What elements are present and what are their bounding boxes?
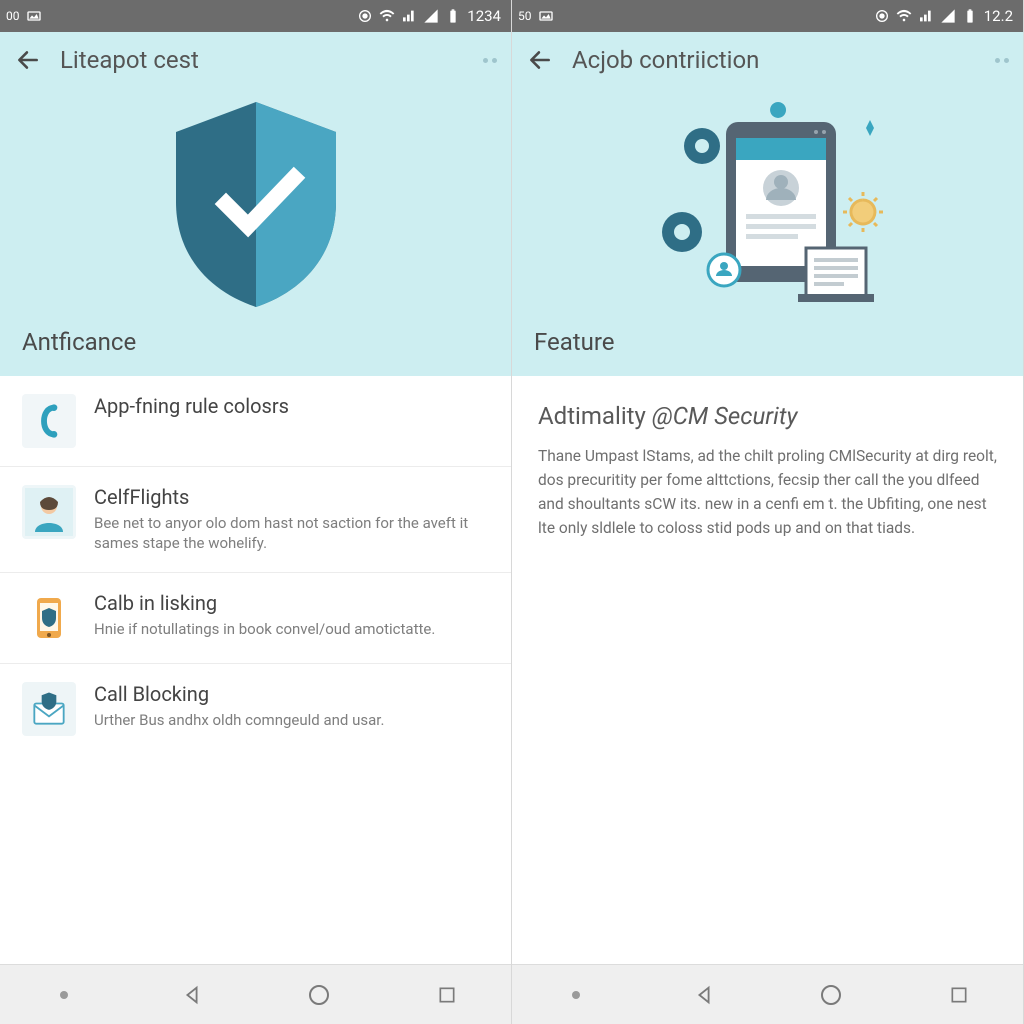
- page-title: Acjob contriiction: [572, 46, 759, 74]
- nav-home[interactable]: [801, 975, 861, 1015]
- feature-list: App-fning rule colosrs CelfFlights Bee n…: [0, 376, 511, 964]
- back-button[interactable]: [14, 46, 42, 74]
- page-title: Liteapot cest: [60, 46, 199, 74]
- article-paragraph: Thane Umpast lStams, ad the chilt prolin…: [538, 444, 997, 540]
- list-item-subtitle: Urther Bus andhx oldh comngeuld and usar…: [94, 710, 384, 730]
- wifi-icon: [379, 8, 395, 24]
- landscape-icon: [538, 8, 554, 24]
- signal-icon: [401, 8, 417, 24]
- nav-home[interactable]: [289, 975, 349, 1015]
- wifi-icon: [896, 8, 912, 24]
- hero-section: Antficance: [0, 88, 511, 376]
- nav-back[interactable]: [162, 975, 222, 1015]
- avatar-icon: [22, 485, 76, 539]
- status-clock: 12.2: [984, 7, 1013, 25]
- list-item[interactable]: Call Blocking Urther Bus andhx oldh comn…: [0, 664, 511, 754]
- list-item[interactable]: App-fning rule colosrs: [0, 376, 511, 467]
- nav-back[interactable]: [674, 975, 734, 1015]
- signal-2-icon: [940, 8, 956, 24]
- appbar: Acjob contriiction: [512, 32, 1023, 88]
- phone-shield-icon: [22, 591, 76, 645]
- list-item-subtitle: Hnie if notullatings in book convel/oud …: [94, 619, 435, 639]
- nav-recent[interactable]: [929, 975, 989, 1015]
- screen-right: 50 12.2 Acjob contriiction: [512, 0, 1024, 1024]
- overflow-menu[interactable]: [483, 58, 497, 63]
- nav-dot: [546, 975, 606, 1015]
- article-heading: Adtimality @CM Security: [538, 402, 997, 430]
- status-clock: 1234: [467, 7, 501, 25]
- status-left-text: 50: [518, 9, 532, 23]
- list-item[interactable]: CelfFlights Bee net to anyor olo dom has…: [0, 467, 511, 573]
- screen-left: 00 1234 Liteapot cest: [0, 0, 512, 1024]
- landscape-icon: [26, 8, 42, 24]
- system-navbar: [0, 964, 511, 1024]
- battery-icon: [962, 8, 978, 24]
- shield-check-icon: [156, 92, 356, 312]
- list-item-title: Calb in lisking: [94, 591, 435, 615]
- envelope-shield-icon: [22, 682, 76, 736]
- signal-icon: [918, 8, 934, 24]
- status-left-text: 00: [6, 9, 20, 23]
- hero-label: Feature: [534, 328, 1001, 356]
- target-icon: [874, 8, 890, 24]
- hero-label: Antficance: [22, 328, 489, 356]
- signal-2-icon: [423, 8, 439, 24]
- target-icon: [357, 8, 373, 24]
- device-settings-illustration: [638, 92, 898, 312]
- nav-dot: [34, 975, 94, 1015]
- privacy-icon: [22, 394, 76, 448]
- hero-section: Feature: [512, 88, 1023, 376]
- overflow-menu[interactable]: [995, 58, 1009, 63]
- nav-recent[interactable]: [417, 975, 477, 1015]
- battery-icon: [445, 8, 461, 24]
- article-body: Adtimality @CM Security Thane Umpast lSt…: [512, 376, 1023, 964]
- status-bar: 00 1234: [0, 0, 511, 32]
- list-item-subtitle: Bee net to anyor olo dom hast not sactio…: [94, 513, 489, 554]
- list-item-title: CelfFlights: [94, 485, 489, 509]
- status-bar: 50 12.2: [512, 0, 1023, 32]
- appbar: Liteapot cest: [0, 32, 511, 88]
- system-navbar: [512, 964, 1023, 1024]
- list-item-title: Call Blocking: [94, 682, 384, 706]
- list-item-title: App-fning rule colosrs: [94, 394, 289, 418]
- back-button[interactable]: [526, 46, 554, 74]
- list-item[interactable]: Calb in lisking Hnie if notullatings in …: [0, 573, 511, 664]
